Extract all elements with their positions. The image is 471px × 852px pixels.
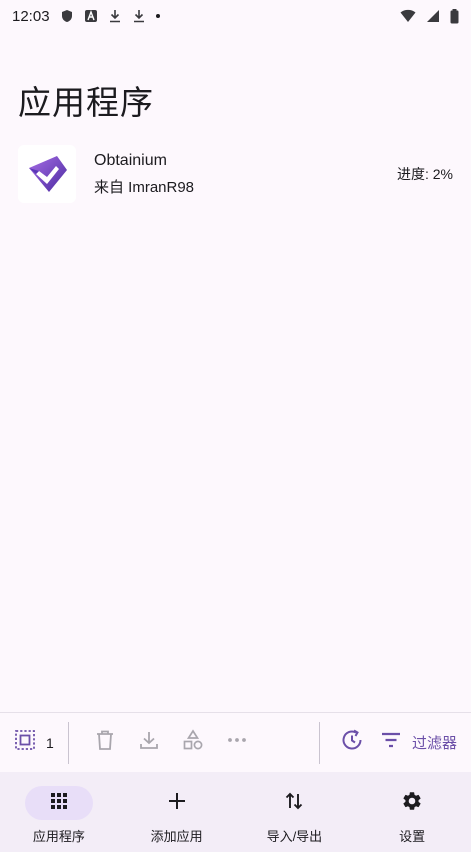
select-all-button[interactable]: 1	[14, 723, 54, 763]
selected-count: 1	[46, 734, 54, 751]
divider	[318, 721, 320, 764]
divider	[67, 721, 69, 764]
trash-icon	[95, 729, 115, 756]
app-name: Obtainium	[94, 151, 167, 169]
app-source: 来自 ImranR98	[94, 178, 195, 196]
app-progress: 进度: 2%	[396, 166, 453, 182]
shield-icon	[60, 9, 74, 23]
download-button[interactable]	[129, 723, 169, 763]
download-icon	[108, 9, 122, 23]
download-icon	[138, 729, 160, 756]
status-right	[400, 9, 459, 24]
nav-item-settings[interactable]: 设置	[353, 772, 471, 852]
filter-button[interactable]: 过滤器	[380, 723, 457, 763]
download-icon	[132, 9, 146, 23]
obtainium-logo-icon	[29, 156, 67, 192]
history-icon	[340, 728, 364, 757]
status-time: 12:03	[12, 7, 50, 25]
nav-pill	[143, 786, 211, 820]
filter-label: 过滤器	[411, 735, 457, 752]
dot-icon	[155, 14, 160, 18]
a-badge-icon	[84, 9, 98, 23]
wifi-icon	[400, 9, 416, 23]
app-list-item[interactable]: Obtainium 来自 ImranR98 进度: 2%	[0, 140, 471, 208]
gear-icon	[401, 790, 423, 817]
app-icon	[18, 145, 76, 203]
select-all-icon	[14, 729, 36, 756]
import-export-icon	[285, 791, 303, 816]
grid-icon	[50, 792, 68, 815]
nav-label-settings: 设置	[399, 829, 426, 844]
nav-pill	[378, 786, 446, 820]
nav-label-apps: 应用程序	[32, 829, 85, 844]
status-left: 12:03	[12, 8, 160, 25]
battery-icon	[450, 9, 459, 24]
nav-label-import-export: 导入/导出	[266, 829, 323, 844]
app-text: Obtainium 来自 ImranR98	[94, 152, 397, 197]
nav-pill	[260, 786, 328, 820]
filter-icon	[380, 729, 402, 756]
plus-icon	[168, 792, 186, 815]
check-updates-button[interactable]	[332, 723, 372, 763]
page-title: 应用程序	[18, 84, 154, 121]
bottom-navigation: 应用程序 添加应用 导入/导出 设置	[0, 772, 471, 852]
more-horizontal-icon	[226, 729, 248, 756]
delete-button[interactable]	[85, 723, 125, 763]
action-bar: 1 过滤器	[0, 712, 471, 772]
categories-button[interactable]	[173, 723, 213, 763]
more-button[interactable]	[217, 723, 257, 763]
nav-label-add-app: 添加应用	[150, 829, 203, 844]
status-bar: 12:03	[0, 0, 471, 32]
category-shapes-icon	[182, 729, 204, 756]
nav-item-import-export[interactable]: 导入/导出	[236, 772, 354, 852]
nav-item-add-app[interactable]: 添加应用	[118, 772, 236, 852]
signal-icon	[426, 9, 440, 23]
nav-active-indicator	[24, 786, 93, 820]
nav-item-apps[interactable]: 应用程序	[0, 772, 118, 852]
